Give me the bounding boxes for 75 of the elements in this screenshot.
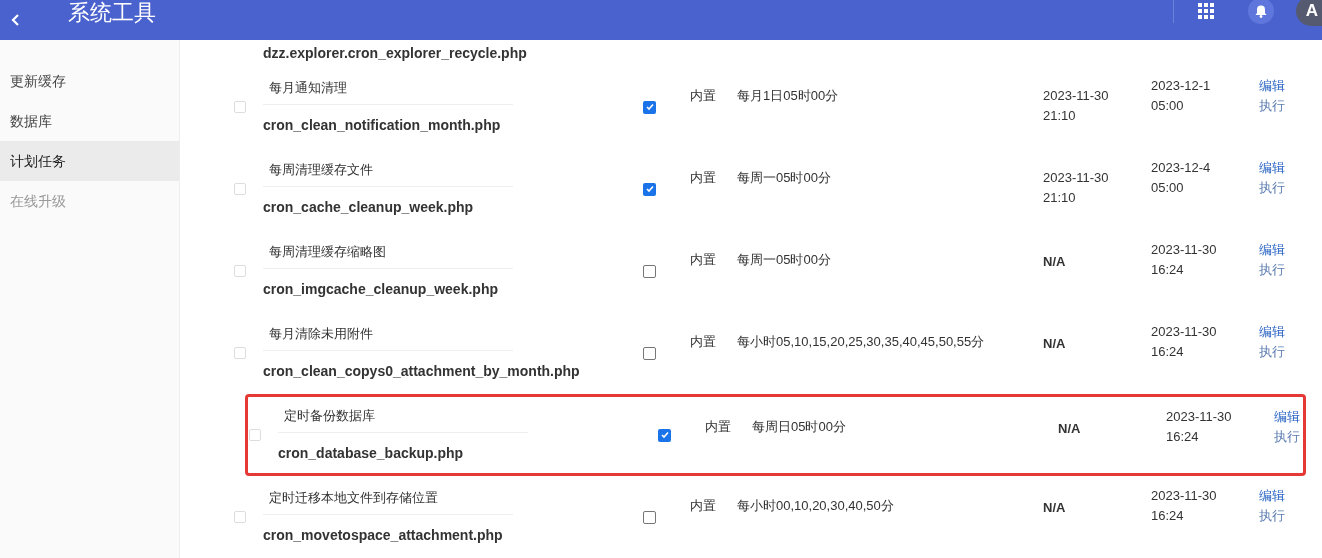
action-link[interactable]: 执行 xyxy=(1259,96,1285,116)
schedule-text: 每小时00,10,20,30,40,50分 xyxy=(737,497,895,515)
next-run-text: 16:24 xyxy=(1166,428,1200,446)
last-run-text: 21:10 xyxy=(1043,107,1077,125)
schedule-text: 每月1日05时00分 xyxy=(737,87,840,105)
checkbox[interactable] xyxy=(643,510,656,524)
filename-text: cron_clean_copys0_attachment_by_month.php xyxy=(263,361,581,381)
last-run-text: N/A xyxy=(1043,499,1067,517)
action-link[interactable]: 编辑 xyxy=(1259,158,1285,178)
next-run-text: 2023-12-1 xyxy=(1151,77,1212,95)
next-run-text: 05:00 xyxy=(1151,179,1185,197)
checkbox[interactable] xyxy=(643,182,656,196)
action-link[interactable]: 编辑 xyxy=(1259,486,1285,506)
row-checkbox[interactable] xyxy=(234,265,246,277)
filename-text: cron_clean_notification_month.php xyxy=(263,115,502,135)
last-run-text: 2023-11-30 xyxy=(1043,169,1110,187)
last-run-text: N/A xyxy=(1043,253,1067,271)
row-checkbox[interactable] xyxy=(249,429,261,441)
schedule-text: 每周一05时00分 xyxy=(737,169,832,187)
row-checkbox[interactable] xyxy=(234,511,246,523)
type-text: 内置 xyxy=(690,333,717,351)
action-link[interactable]: 编辑 xyxy=(1259,240,1285,260)
type-text: 内置 xyxy=(705,418,732,436)
row-checkbox[interactable] xyxy=(234,183,246,195)
back-icon[interactable] xyxy=(11,14,20,26)
next-run-text: 2023-11-30 xyxy=(1151,487,1218,505)
next-run-text: 16:24 xyxy=(1151,343,1185,361)
schedule-text: 每周一05时00分 xyxy=(737,251,832,269)
next-run-text: 2023-11-30 xyxy=(1166,408,1233,426)
action-link[interactable]: 执行 xyxy=(1259,178,1285,198)
apps-grid-icon[interactable] xyxy=(1198,3,1214,19)
task-title: 定时迁移本地文件到存储位置 xyxy=(263,488,513,515)
next-run-text: 16:24 xyxy=(1151,261,1185,279)
checkbox[interactable] xyxy=(643,264,656,278)
next-run-text: 2023-11-30 xyxy=(1151,241,1218,259)
action-link[interactable]: 编辑 xyxy=(1274,407,1300,427)
action-link[interactable]: 执行 xyxy=(1259,506,1285,526)
action-link[interactable]: 编辑 xyxy=(1259,322,1285,342)
action-link[interactable]: 执行 xyxy=(1274,427,1300,447)
task-title: 每周清理缓存文件 xyxy=(263,160,513,187)
filename-text: cron_movetospace_attachment.php xyxy=(263,525,504,545)
type-text: 内置 xyxy=(690,169,717,187)
row-checkbox[interactable] xyxy=(234,101,246,113)
checkbox[interactable] xyxy=(658,428,671,442)
last-run-text: N/A xyxy=(1058,420,1082,438)
task-title: 每月清除未用附件 xyxy=(263,324,513,351)
schedule-text: 每小时05,10,15,20,25,30,35,40,45,50,55分 xyxy=(737,333,986,351)
page-title: 系统工具 xyxy=(68,2,156,24)
next-run-text: 05:00 xyxy=(1151,97,1185,115)
task-title: 定时备份数据库 xyxy=(278,406,528,433)
schedule-text: 每周日05时00分 xyxy=(752,418,847,436)
filename-text: cron_cache_cleanup_week.php xyxy=(263,197,475,217)
filename-text: cron_database_backup.php xyxy=(278,443,465,463)
type-text: 内置 xyxy=(690,497,717,515)
action-link[interactable]: 编辑 xyxy=(1259,76,1285,96)
next-run-text: 2023-12-4 xyxy=(1151,159,1212,177)
type-text: 内置 xyxy=(690,251,717,269)
sidebar-item[interactable]: 计划任务 xyxy=(0,141,179,181)
task-title: 每月通知清理 xyxy=(263,78,513,105)
filename-text: cron_imgcache_cleanup_week.php xyxy=(263,279,499,299)
row-checkbox[interactable] xyxy=(234,347,246,359)
last-run-text: 2023-11-30 xyxy=(1043,87,1110,105)
action-link[interactable]: 执行 xyxy=(1259,260,1285,280)
checkbox[interactable] xyxy=(643,346,656,360)
last-run-text: N/A xyxy=(1043,335,1067,353)
bell-icon[interactable] xyxy=(1248,0,1274,24)
checkbox[interactable] xyxy=(643,100,656,114)
action-link[interactable]: 执行 xyxy=(1259,342,1285,362)
task-title: 每周清理缓存缩略图 xyxy=(263,242,513,269)
filename-text: dzz.explorer.cron_explorer_recycle.php xyxy=(263,43,527,63)
user-avatar[interactable]: A xyxy=(1296,0,1322,26)
next-run-text: 16:24 xyxy=(1151,507,1185,525)
last-run-text: 21:10 xyxy=(1043,189,1077,207)
next-run-text: 2023-11-30 xyxy=(1151,323,1218,341)
type-text: 内置 xyxy=(690,87,717,105)
